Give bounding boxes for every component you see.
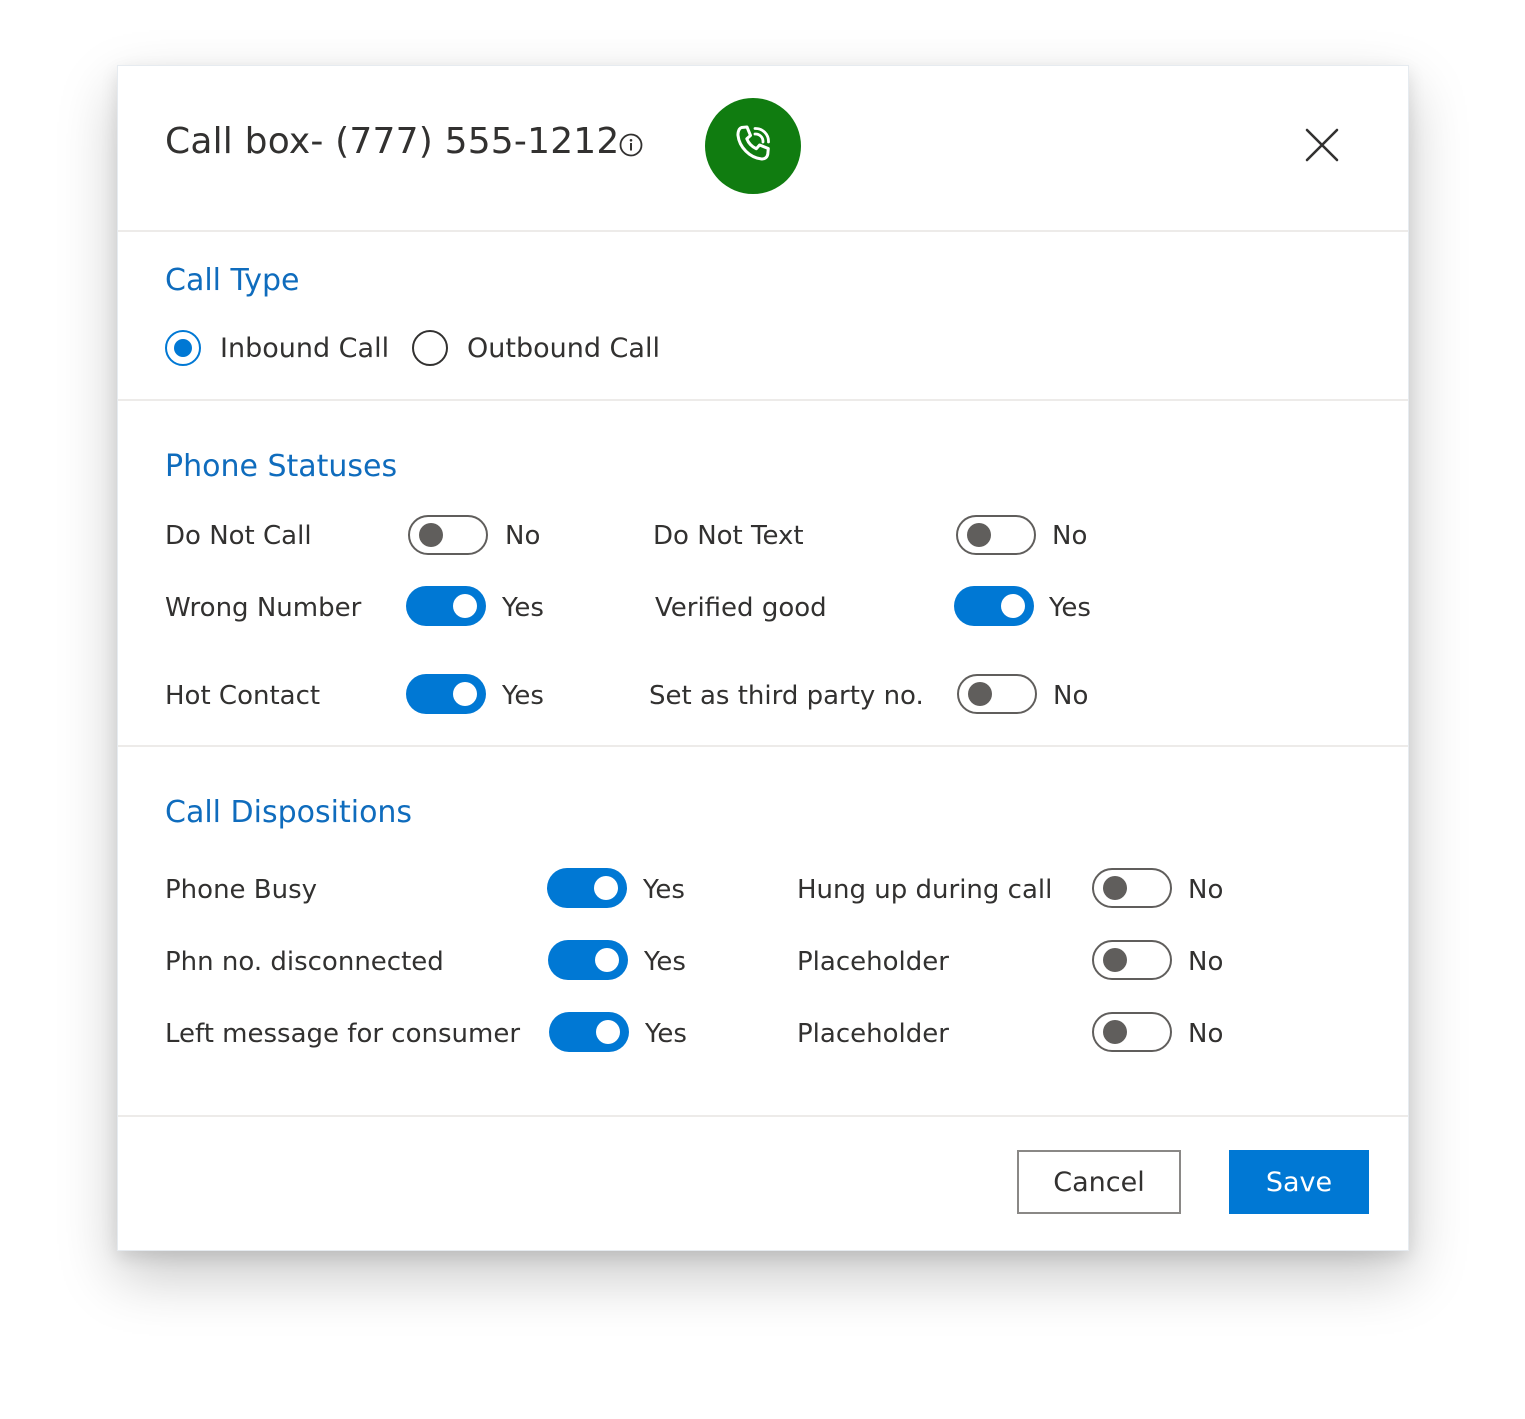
footer-divider bbox=[118, 1115, 1408, 1117]
phone-call-icon bbox=[729, 120, 777, 172]
phone-statuses-title: Phone Statuses bbox=[165, 449, 398, 484]
radio-button[interactable] bbox=[412, 330, 448, 366]
radio-outbound-call[interactable]: Outbound Call bbox=[412, 328, 660, 368]
close-icon[interactable] bbox=[1302, 125, 1342, 165]
toggle-state: Yes bbox=[643, 875, 685, 905]
label-set-as-third-party: Set as third party no. bbox=[649, 681, 924, 711]
info-icon[interactable] bbox=[618, 132, 644, 158]
toggle-state: No bbox=[505, 521, 541, 551]
toggle-state: No bbox=[1188, 1019, 1224, 1049]
toggle-hot-contact[interactable] bbox=[406, 674, 486, 714]
radio-label: Inbound Call bbox=[220, 332, 390, 364]
call-type-title: Call Type bbox=[165, 263, 300, 298]
call-box-dialog: Call box- (777) 555-1212 Call Type Inbou… bbox=[117, 65, 1409, 1251]
dialog-title: Call box- (777) 555-1212 bbox=[165, 121, 620, 162]
header-divider bbox=[118, 230, 1408, 232]
call-button[interactable] bbox=[705, 98, 801, 194]
toggle-placeholder-2[interactable] bbox=[1092, 1012, 1172, 1052]
toggle-do-not-text[interactable] bbox=[956, 515, 1036, 555]
toggle-hung-up-during-call[interactable] bbox=[1092, 868, 1172, 908]
toggle-verified-good[interactable] bbox=[954, 586, 1034, 626]
label-hung-up-during-call: Hung up during call bbox=[797, 875, 1053, 905]
toggle-state: Yes bbox=[1049, 593, 1091, 623]
save-button[interactable]: Save bbox=[1229, 1150, 1369, 1214]
label-wrong-number: Wrong Number bbox=[165, 593, 362, 623]
toggle-set-as-third-party[interactable] bbox=[957, 674, 1037, 714]
label-phone-busy: Phone Busy bbox=[165, 875, 318, 905]
toggle-phone-busy[interactable] bbox=[547, 868, 627, 908]
section-divider bbox=[118, 745, 1408, 747]
radio-label: Outbound Call bbox=[467, 332, 660, 364]
call-dispositions-title: Call Dispositions bbox=[165, 795, 413, 830]
toggle-placeholder-1[interactable] bbox=[1092, 940, 1172, 980]
label-placeholder-2: Placeholder bbox=[797, 1019, 949, 1049]
toggle-state: Yes bbox=[502, 593, 544, 623]
toggle-state: Yes bbox=[644, 947, 686, 977]
label-phn-no-disconnected: Phn no. disconnected bbox=[165, 947, 444, 977]
label-do-not-text: Do Not Text bbox=[653, 521, 804, 551]
label-hot-contact: Hot Contact bbox=[165, 681, 321, 711]
toggle-wrong-number[interactable] bbox=[406, 586, 486, 626]
toggle-do-not-call[interactable] bbox=[408, 515, 488, 555]
radio-inbound-call[interactable]: Inbound Call bbox=[165, 328, 389, 368]
toggle-state: No bbox=[1053, 681, 1089, 711]
label-do-not-call: Do Not Call bbox=[165, 521, 312, 551]
label-left-message: Left message for consumer bbox=[165, 1019, 521, 1049]
toggle-state: No bbox=[1188, 947, 1224, 977]
section-divider bbox=[118, 399, 1408, 401]
label-placeholder-1: Placeholder bbox=[797, 947, 949, 977]
toggle-state: Yes bbox=[645, 1019, 687, 1049]
toggle-state: No bbox=[1188, 875, 1224, 905]
toggle-phn-no-disconnected[interactable] bbox=[548, 940, 628, 980]
toggle-state: Yes bbox=[502, 681, 544, 711]
label-verified-good: Verified good bbox=[655, 593, 827, 623]
toggle-left-message[interactable] bbox=[549, 1012, 629, 1052]
cancel-button[interactable]: Cancel bbox=[1017, 1150, 1181, 1214]
toggle-state: No bbox=[1052, 521, 1088, 551]
radio-button-checked[interactable] bbox=[165, 330, 201, 366]
